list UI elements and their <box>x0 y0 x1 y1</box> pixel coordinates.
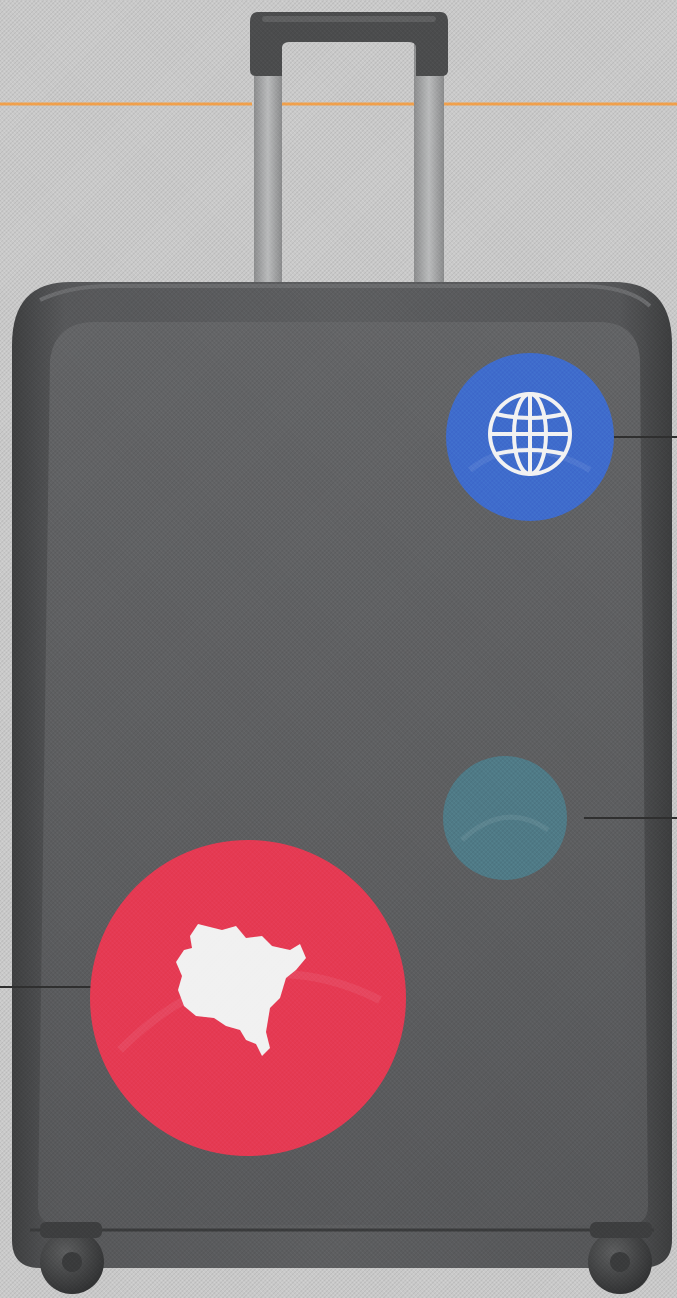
handle-right-rail <box>414 40 444 290</box>
suitcase-illustration <box>0 12 677 1294</box>
wheel-left-hub <box>62 1252 82 1272</box>
sticker-teal <box>443 756 567 880</box>
wheel-right-hub <box>610 1252 630 1272</box>
suitcase-handle <box>250 12 448 290</box>
handle-grip-highlight <box>262 16 436 22</box>
wheel-right-housing <box>590 1222 652 1238</box>
globe-icon <box>488 392 572 476</box>
sticker-globe <box>446 353 614 521</box>
handle-left-rail <box>254 40 282 290</box>
sticker-country-map <box>90 840 406 1156</box>
wheel-left-housing <box>40 1222 102 1238</box>
